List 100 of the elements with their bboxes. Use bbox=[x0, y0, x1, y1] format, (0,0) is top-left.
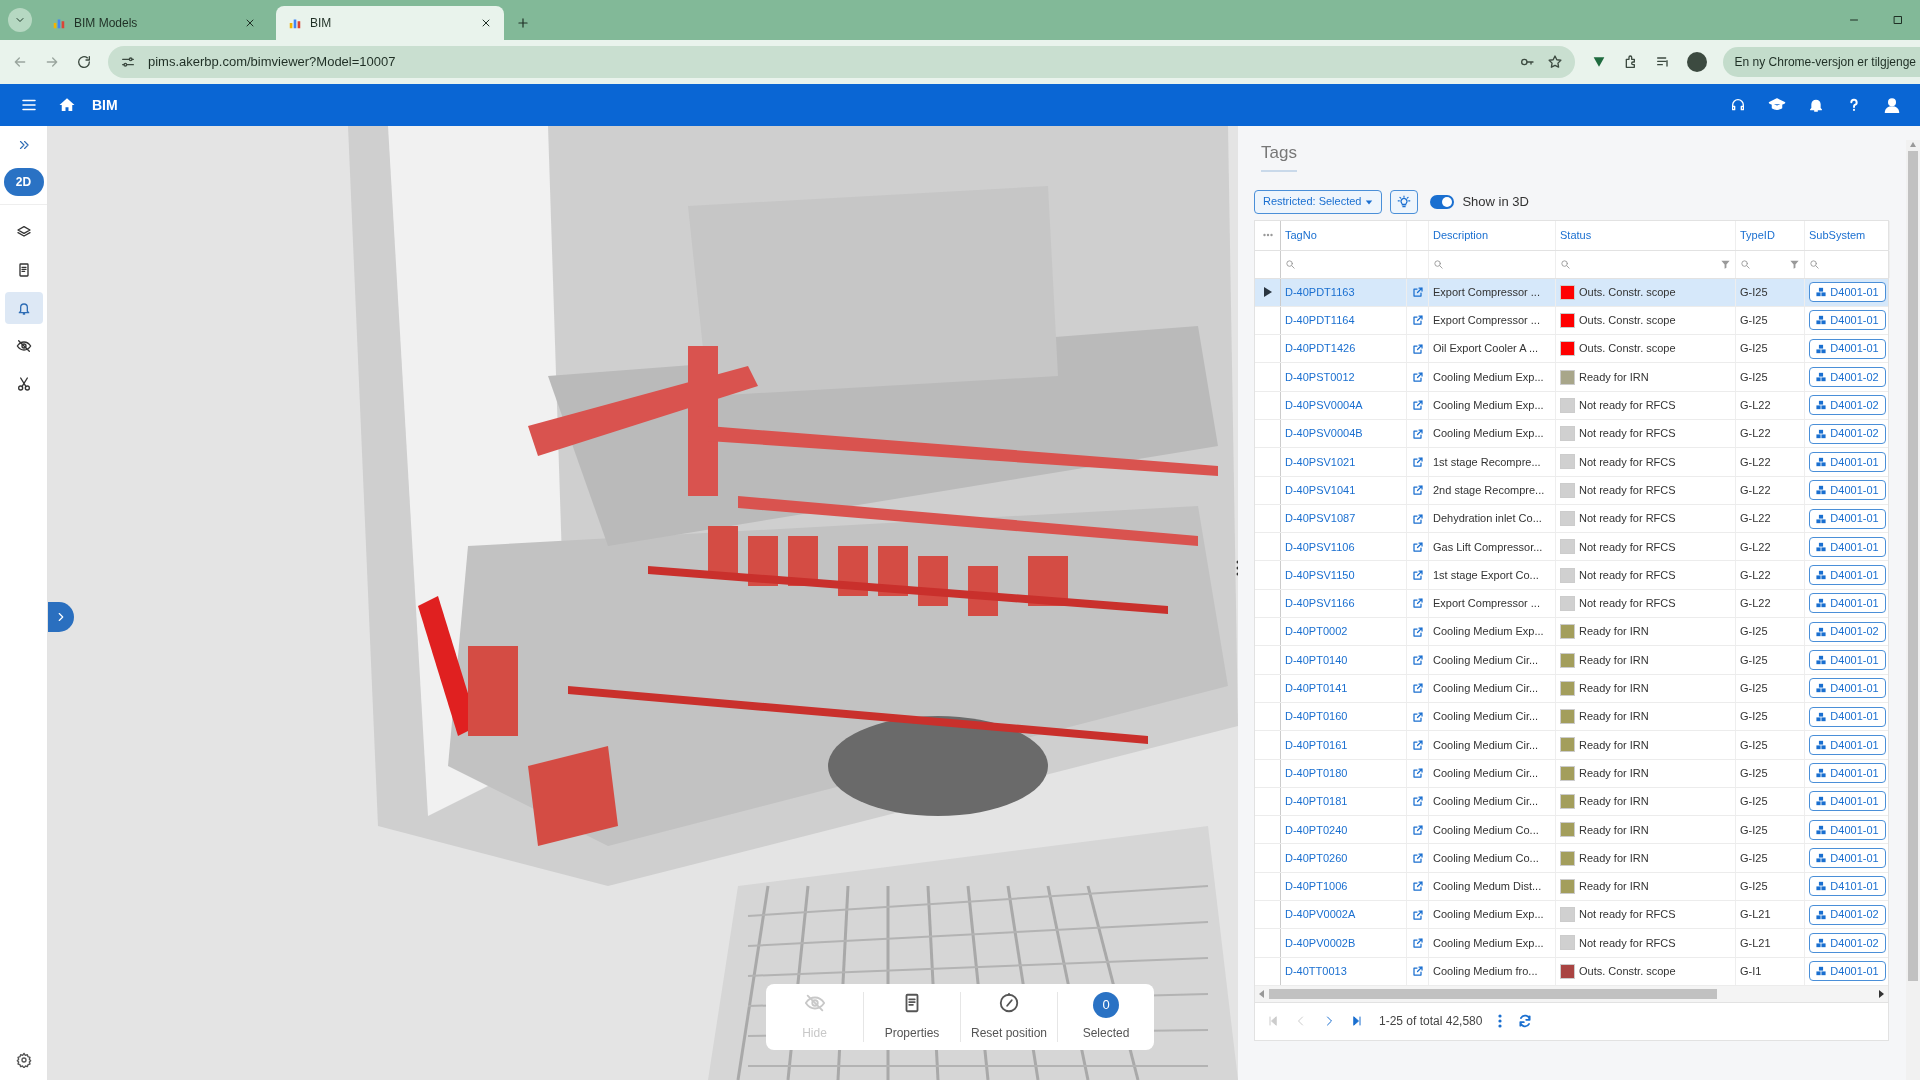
filter-icon[interactable] bbox=[1720, 258, 1731, 270]
open-external-icon[interactable] bbox=[1411, 795, 1424, 808]
toolbar-reset-button[interactable]: Reset position bbox=[960, 992, 1057, 1042]
headset-icon[interactable] bbox=[1730, 97, 1746, 113]
star-icon[interactable] bbox=[1546, 54, 1563, 70]
tag-link[interactable]: D-40PSV1041 bbox=[1285, 481, 1356, 499]
subsystem-button[interactable]: D4001-02 bbox=[1809, 932, 1886, 953]
table-row[interactable]: D-40PT0141 Cooling Medium Cir... Ready for IRN G-I25 D4001-01 bbox=[1255, 674, 1888, 703]
column-header[interactable]: Description bbox=[1433, 226, 1489, 244]
open-external-icon[interactable] bbox=[1411, 455, 1424, 468]
more-dots-icon[interactable] bbox=[1262, 233, 1273, 237]
tag-link[interactable]: D-40PST0012 bbox=[1285, 368, 1355, 386]
tag-link[interactable]: D-40TT0013 bbox=[1285, 963, 1347, 980]
user-icon[interactable] bbox=[1884, 97, 1900, 113]
subsystem-button[interactable]: D4001-01 bbox=[1809, 848, 1886, 869]
table-row[interactable]: D-40PT0240 Cooling Medium Co... Ready for IRN G-I25 D4001-01 bbox=[1255, 816, 1888, 845]
table-row[interactable]: D-40PDT1426 Oil Export Cooler A ... Outs. Constr. scope G-I25 D4001-01 bbox=[1255, 335, 1888, 364]
table-row[interactable]: D-40PSV1106 Gas Lift Compressor... Not ready for RFCS G-L22 D4001-01 bbox=[1255, 533, 1888, 562]
open-external-icon[interactable] bbox=[1411, 399, 1424, 412]
open-external-icon[interactable] bbox=[1411, 908, 1424, 921]
column-header[interactable]: TypeID bbox=[1740, 226, 1775, 244]
open-external-icon[interactable] bbox=[1411, 710, 1424, 723]
open-external-icon[interactable] bbox=[1411, 540, 1424, 553]
refresh-icon[interactable] bbox=[1518, 1014, 1533, 1029]
tag-link[interactable]: D-40PSV1166 bbox=[1285, 595, 1355, 612]
table-row[interactable]: D-40PT1006 Cooling Medum Dist... Ready for IRN G-I25 D4101-01 bbox=[1255, 872, 1888, 902]
subsystem-button[interactable]: D4001-01 bbox=[1809, 819, 1886, 840]
table-row[interactable]: D-40PDT1163 Export Compressor ... Outs. Constr. scope G-I25 D4001-01 bbox=[1255, 278, 1888, 307]
tag-link[interactable]: D-40PT0160 bbox=[1285, 708, 1348, 725]
tag-link[interactable]: D-40PT0180 bbox=[1285, 764, 1348, 782]
tag-link[interactable]: D-40PV0002A bbox=[1285, 906, 1356, 923]
tag-link[interactable]: D-40PT0161 bbox=[1285, 736, 1348, 754]
subsystem-button[interactable]: D4001-02 bbox=[1809, 395, 1886, 416]
close-icon[interactable] bbox=[244, 17, 256, 29]
subsystem-button[interactable]: D4001-01 bbox=[1809, 650, 1886, 670]
subsystem-button[interactable]: D4001-01 bbox=[1809, 791, 1886, 812]
last-page-icon[interactable] bbox=[1351, 1015, 1363, 1028]
open-external-icon[interactable] bbox=[1411, 767, 1424, 780]
subsystem-button[interactable]: D4001-01 bbox=[1809, 734, 1886, 755]
close-icon[interactable] bbox=[480, 17, 492, 29]
reload-icon[interactable] bbox=[76, 54, 92, 70]
open-external-icon[interactable] bbox=[1411, 512, 1424, 525]
tag-link[interactable]: D-40PT0002 bbox=[1285, 623, 1348, 640]
expand-panel-button[interactable] bbox=[48, 602, 74, 632]
subsystem-button[interactable]: D4001-02 bbox=[1809, 367, 1886, 388]
tag-link[interactable]: D-40PDT1426 bbox=[1285, 340, 1356, 357]
toolbar-selected-button[interactable]: 0 Selected bbox=[1057, 992, 1154, 1042]
tag-link[interactable]: D-40PSV0004A bbox=[1285, 397, 1363, 414]
subsystem-button[interactable]: D4001-01 bbox=[1809, 338, 1886, 359]
open-external-icon[interactable] bbox=[1411, 852, 1424, 865]
open-external-icon[interactable] bbox=[1411, 484, 1424, 497]
subsystem-button[interactable]: D4001-02 bbox=[1809, 621, 1886, 642]
restore-icon[interactable] bbox=[1892, 14, 1904, 26]
notification-bell-icon[interactable] bbox=[1808, 97, 1824, 113]
profile-avatar[interactable] bbox=[1686, 52, 1707, 72]
table-row[interactable]: D-40PT0002 Cooling Medium Exp... Ready for IRN G-I25 D4001-02 bbox=[1255, 618, 1888, 647]
tag-link[interactable]: D-40PSV1087 bbox=[1285, 510, 1356, 527]
vertical-scrollbar-thumb[interactable] bbox=[1908, 151, 1918, 981]
table-row[interactable]: D-40PSV1021 1st stage Recompre... Not ready for RFCS G-L22 D4001-01 bbox=[1255, 448, 1888, 477]
tag-link[interactable]: D-40PT0260 bbox=[1285, 849, 1348, 867]
open-external-icon[interactable] bbox=[1411, 738, 1424, 751]
tag-link[interactable]: D-40PT0140 bbox=[1285, 651, 1348, 669]
restriction-dropdown[interactable]: Restricted: Selected bbox=[1254, 189, 1383, 214]
scroll-left-icon[interactable] bbox=[1259, 989, 1265, 998]
tag-link[interactable]: D-40PSV1106 bbox=[1285, 538, 1355, 556]
column-header[interactable]: Status bbox=[1560, 226, 1592, 244]
subsystem-button[interactable]: D4001-01 bbox=[1809, 706, 1886, 727]
subsystem-button[interactable]: D4001-01 bbox=[1809, 763, 1886, 784]
tag-link[interactable]: D-40PT1006 bbox=[1285, 878, 1348, 895]
subsystem-button[interactable]: D4001-01 bbox=[1809, 536, 1886, 557]
table-row[interactable]: D-40PT0181 Cooling Medium Cir... Ready for IRN G-I25 D4001-01 bbox=[1255, 787, 1888, 817]
table-row[interactable]: D-40PT0140 Cooling Medium Cir... Ready for IRN G-I25 D4001-01 bbox=[1255, 646, 1888, 675]
open-external-icon[interactable] bbox=[1411, 427, 1424, 440]
tag-link[interactable]: D-40PT0240 bbox=[1285, 821, 1348, 839]
subsystem-button[interactable]: D4001-02 bbox=[1809, 423, 1886, 444]
open-external-icon[interactable] bbox=[1411, 286, 1424, 299]
home-icon[interactable] bbox=[58, 96, 76, 114]
subsystem-button[interactable]: D4001-01 bbox=[1809, 282, 1886, 303]
open-external-icon[interactable] bbox=[1411, 371, 1424, 384]
toolbar-properties-button[interactable]: Properties bbox=[863, 992, 960, 1042]
browser-tab[interactable]: BIM Models bbox=[40, 6, 268, 40]
open-external-icon[interactable] bbox=[1411, 625, 1424, 638]
tag-link[interactable]: D-40PDT1163 bbox=[1285, 283, 1355, 301]
table-row[interactable]: D-40PST0012 Cooling Medium Exp... Ready for IRN G-I25 D4001-02 bbox=[1255, 363, 1888, 392]
open-external-icon[interactable] bbox=[1411, 654, 1424, 666]
new-tab-icon[interactable] bbox=[516, 16, 530, 30]
subsystem-button[interactable]: D4001-01 bbox=[1809, 508, 1886, 529]
table-row[interactable]: D-40PV0002B Cooling Medium Exp... Not ready for RFCS G-L21 D4001-02 bbox=[1255, 929, 1888, 958]
show-in-3d-toggle[interactable] bbox=[1430, 194, 1455, 209]
table-row[interactable]: D-40PT0260 Cooling Medium Co... Ready for IRN G-I25 D4001-01 bbox=[1255, 844, 1888, 873]
column-header[interactable]: TagNo bbox=[1285, 226, 1317, 244]
open-external-icon[interactable] bbox=[1411, 965, 1424, 978]
browser-tab[interactable]: BIM bbox=[276, 6, 504, 40]
tag-link[interactable]: D-40PV0002B bbox=[1285, 934, 1356, 952]
table-row[interactable]: D-40PSV1041 2nd stage Recompre... Not ready for RFCS G-L22 D4001-01 bbox=[1255, 476, 1888, 505]
subsystem-button[interactable]: D4001-01 bbox=[1809, 480, 1886, 501]
tag-link[interactable]: D-40PDT1164 bbox=[1285, 312, 1355, 329]
subsystem-button[interactable]: D4001-01 bbox=[1809, 565, 1886, 586]
subsystem-button[interactable]: D4001-01 bbox=[1809, 678, 1886, 699]
scroll-up-icon[interactable] bbox=[1910, 142, 1916, 147]
